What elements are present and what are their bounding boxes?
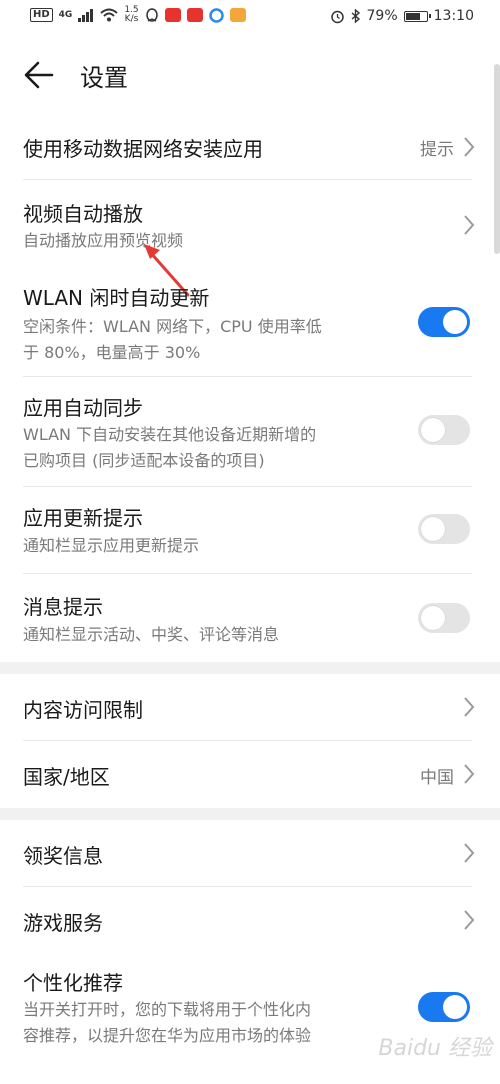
- clock: 13:10: [433, 8, 474, 24]
- network-generation: 4G: [58, 10, 73, 20]
- setting-app-auto-sync[interactable]: 应用自动同步 WLAN 下自动安装在其他设备近期新增的 已购项目 (同步适配本设…: [0, 378, 500, 484]
- network-speed: 1.5 K/s: [124, 6, 138, 24]
- toggle-knob: [421, 517, 445, 541]
- update-notice-toggle[interactable]: [418, 514, 470, 544]
- row-title: 个性化推荐: [23, 971, 123, 995]
- section-separator: [0, 662, 500, 674]
- chevron-right-icon: [464, 697, 475, 717]
- row-title: 应用自动同步: [23, 396, 143, 420]
- bluetooth-icon: [351, 8, 360, 24]
- toggle-knob: [421, 606, 445, 630]
- chevron-right-icon: [464, 764, 475, 784]
- hd-indicator: HD: [30, 8, 53, 22]
- row-title: 游戏服务: [23, 911, 103, 935]
- signal-icon: [78, 8, 94, 22]
- subtitle-line-1: WLAN 下自动安装在其他设备近期新增的: [23, 425, 317, 444]
- subtitle-line-1: 当开关打开时，您的下载将用于个性化内: [23, 1000, 312, 1019]
- app-bar: 设置: [0, 50, 500, 102]
- row-title: WLAN 闲时自动更新: [23, 286, 210, 310]
- row-value: 提示: [420, 140, 454, 160]
- row-title: 领奖信息: [23, 844, 103, 868]
- row-subtitle: 空闲条件：WLAN 网络下，CPU 使用率低 于 80%，电量高于 30%: [23, 314, 383, 366]
- battery-percent: 79%: [366, 8, 398, 24]
- speed-unit: K/s: [124, 14, 139, 24]
- message-notice-toggle[interactable]: [418, 603, 470, 633]
- chevron-right-icon: [464, 137, 475, 157]
- status-bar: HD 4G 1.5 K/s 79% 13:10: [0, 0, 500, 36]
- browser-notification-icon: [208, 7, 224, 23]
- row-value: 中国: [420, 768, 454, 788]
- row-title: 国家/地区: [23, 765, 110, 789]
- app-notification-icon: [164, 8, 181, 22]
- row-title: 消息提示: [23, 595, 103, 619]
- row-subtitle: 通知栏显示应用更新提示: [23, 536, 200, 555]
- setting-content-restriction[interactable]: 内容访问限制: [0, 674, 500, 740]
- wlan-update-toggle[interactable]: [418, 307, 470, 337]
- qq-icon: [145, 7, 158, 22]
- row-title: 内容访问限制: [23, 698, 143, 722]
- page-title: 设置: [80, 64, 128, 92]
- toggle-knob: [421, 418, 445, 442]
- setting-mobile-data-install[interactable]: 使用移动数据网络安装应用 提示: [0, 115, 500, 179]
- alarm-icon: [330, 10, 344, 23]
- setting-message-notice[interactable]: 消息提示 通知栏显示活动、中奖、评论等消息: [0, 575, 500, 661]
- chevron-right-icon: [464, 215, 475, 235]
- watermark: Baidu 经验: [378, 1036, 492, 1061]
- subtitle-line-2: 容推荐，以提升您在华为应用市场的体验: [23, 1026, 312, 1045]
- toggle-knob: [443, 995, 467, 1019]
- divider: [23, 486, 472, 487]
- setting-country-region[interactable]: 国家/地区 中国: [0, 741, 500, 807]
- row-title: 应用更新提示: [23, 506, 143, 530]
- game-notification-icon: [229, 8, 246, 22]
- subtitle-line-1: 空闲条件：WLAN 网络下，CPU 使用率低: [23, 317, 322, 336]
- subtitle-line-2: 已购项目 (同步适配本设备的项目): [23, 451, 265, 470]
- toggle-knob: [443, 310, 467, 334]
- back-arrow-icon[interactable]: [22, 58, 56, 92]
- status-right: 79% 13:10: [330, 8, 474, 24]
- row-subtitle: 通知栏显示活动、中奖、评论等消息: [23, 625, 280, 644]
- auto-sync-toggle[interactable]: [418, 415, 470, 445]
- row-subtitle: 自动播放应用预览视频: [23, 231, 184, 250]
- setting-game-service[interactable]: 游戏服务: [0, 887, 500, 953]
- setting-update-notice[interactable]: 应用更新提示 通知栏显示应用更新提示: [0, 488, 500, 572]
- status-left: HD 4G 1.5 K/s: [30, 6, 246, 24]
- setting-video-autoplay[interactable]: 视频自动播放 自动播放应用预览视频: [0, 180, 500, 262]
- row-subtitle: WLAN 下自动安装在其他设备近期新增的 已购项目 (同步适配本设备的项目): [23, 422, 383, 474]
- wifi-icon: [100, 8, 118, 22]
- chevron-right-icon: [464, 843, 475, 863]
- subtitle-line-2: 于 80%，电量高于 30%: [23, 343, 201, 362]
- divider: [23, 376, 472, 377]
- chevron-right-icon: [464, 910, 475, 930]
- row-title: 使用移动数据网络安装应用: [23, 137, 263, 161]
- divider: [23, 573, 472, 574]
- section-separator: [0, 808, 500, 820]
- row-subtitle: 当开关打开时，您的下载将用于个性化内 容推荐，以提升您在华为应用市场的体验: [23, 997, 383, 1049]
- setting-prize-info[interactable]: 领奖信息: [0, 820, 500, 886]
- row-title: 视频自动播放: [23, 202, 143, 226]
- setting-wlan-idle-update[interactable]: WLAN 闲时自动更新 空闲条件：WLAN 网络下，CPU 使用率低 于 80%…: [0, 266, 500, 374]
- battery-icon: [403, 10, 431, 22]
- toutiao-notification-icon: [186, 8, 203, 22]
- personalized-recommendation-toggle[interactable]: [418, 992, 470, 1022]
